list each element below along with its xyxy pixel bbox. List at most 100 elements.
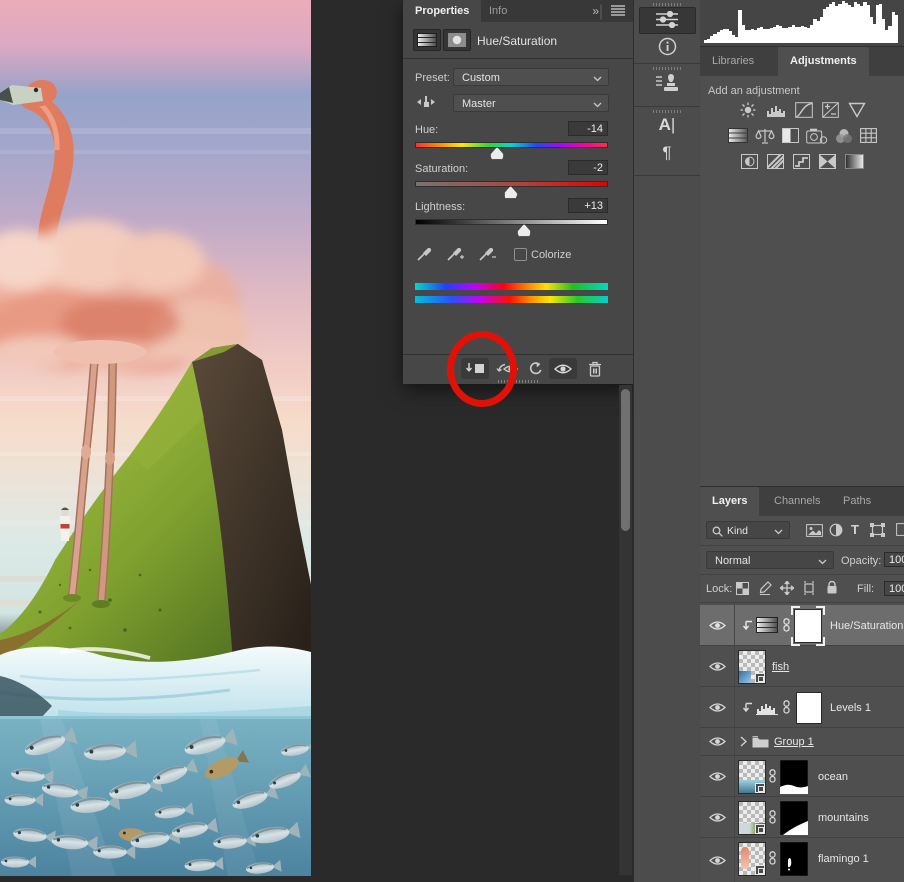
lightness-slider-track[interactable]: [415, 219, 608, 225]
collapse-panels-icon[interactable]: »: [592, 4, 597, 18]
lock-artboard-icon[interactable]: [802, 581, 816, 595]
eyedropper-plus-icon[interactable]: [447, 245, 465, 261]
eyedropper-icon[interactable]: [417, 245, 433, 261]
layer-mask-thumbnail[interactable]: [780, 801, 808, 835]
tab-properties[interactable]: Properties: [403, 0, 481, 22]
hue-slider-thumb[interactable]: [490, 147, 504, 160]
mask-link-icon[interactable]: [782, 618, 791, 632]
mask-link-icon[interactable]: [768, 810, 777, 824]
filter-pixel-layers-icon[interactable]: [806, 524, 823, 537]
visibility-eye-icon[interactable]: [700, 687, 735, 727]
panel-resize-grip[interactable]: [498, 380, 538, 383]
filter-kind-select[interactable]: Kind: [706, 521, 790, 539]
photo-filter-icon[interactable]: [806, 128, 828, 144]
visibility-eye-icon[interactable]: [700, 797, 735, 837]
filter-smart-object-icon[interactable]: [896, 523, 904, 536]
colorize-checkbox[interactable]: [514, 248, 527, 261]
preset-select[interactable]: Custom: [453, 68, 609, 86]
info-dock-icon[interactable]: [634, 37, 700, 56]
lightness-slider-thumb[interactable]: [517, 224, 531, 237]
layer-thumbnail[interactable]: [738, 760, 766, 794]
filter-type-layers-icon[interactable]: T: [851, 522, 859, 537]
visibility-eye-icon[interactable]: [700, 838, 735, 882]
lock-image-icon[interactable]: [758, 581, 772, 595]
delete-adjustment-button[interactable]: [581, 358, 609, 379]
hue-slider-track[interactable]: [415, 142, 608, 148]
layer-mask-thumbnail[interactable]: [780, 760, 808, 794]
channel-mixer-icon[interactable]: [835, 128, 853, 144]
layer-row-flamingo-1[interactable]: flamingo 1: [700, 838, 904, 882]
layer-name[interactable]: Hue/Saturation: [830, 620, 903, 632]
layer-row-levels-1[interactable]: Levels 1: [700, 687, 904, 728]
channel-select[interactable]: Master: [453, 94, 609, 112]
hue-saturation-icon[interactable]: [728, 128, 748, 144]
on-image-adjustment-tool-icon[interactable]: [417, 94, 435, 110]
brightness-contrast-icon[interactable]: [739, 102, 757, 118]
color-balance-icon[interactable]: [755, 128, 775, 144]
visibility-toggle-button[interactable]: [549, 358, 577, 379]
levels-icon[interactable]: [766, 102, 786, 118]
layer-mask-thumbnail[interactable]: [780, 842, 808, 876]
tab-libraries[interactable]: Libraries: [700, 47, 766, 76]
panel-menu-icon[interactable]: [611, 5, 625, 16]
layer-thumbnail[interactable]: [738, 650, 766, 684]
layer-row-ocean[interactable]: ocean: [700, 756, 904, 797]
lock-position-icon[interactable]: [780, 581, 794, 595]
layer-name[interactable]: mountains: [818, 812, 869, 824]
mask-link-icon[interactable]: [768, 769, 777, 783]
curves-icon[interactable]: [795, 102, 813, 118]
lightness-value[interactable]: +13: [568, 198, 608, 213]
layer-name[interactable]: Levels 1: [830, 702, 871, 714]
color-lookup-icon[interactable]: [860, 128, 877, 144]
reset-button[interactable]: [521, 358, 549, 379]
hue-saturation-layer-icon[interactable]: [756, 617, 778, 633]
threshold-icon[interactable]: [793, 154, 810, 169]
clone-source-dock-icon[interactable]: [634, 73, 700, 95]
properties-dock-icon[interactable]: [634, 11, 700, 28]
layer-mask-thumbnail[interactable]: [796, 692, 822, 724]
black-white-icon[interactable]: [782, 128, 799, 144]
layer-thumbnail[interactable]: [738, 842, 766, 876]
paragraph-dock-icon[interactable]: ¶: [634, 143, 700, 163]
filter-shape-layers-icon[interactable]: [870, 523, 885, 537]
tab-info[interactable]: Info: [477, 0, 519, 22]
blend-mode-select[interactable]: Normal: [706, 551, 834, 569]
saturation-value[interactable]: -2: [568, 160, 608, 175]
selective-color-icon[interactable]: [819, 154, 836, 169]
lock-all-icon[interactable]: [826, 580, 838, 595]
layer-name[interactable]: ocean: [818, 771, 848, 783]
fill-value[interactable]: 100%: [884, 581, 904, 596]
layer-thumbnail[interactable]: [738, 801, 766, 835]
posterize-icon[interactable]: [767, 154, 784, 169]
layer-name[interactable]: flamingo 1: [818, 853, 869, 865]
mask-link-icon[interactable]: [768, 851, 777, 865]
hue-value[interactable]: -14: [568, 121, 608, 136]
eyedropper-minus-icon[interactable]: [479, 245, 497, 261]
layer-row-mountains[interactable]: mountains: [700, 797, 904, 838]
saturation-slider-thumb[interactable]: [504, 186, 518, 199]
character-dock-icon[interactable]: A|: [634, 115, 700, 135]
view-previous-state-button[interactable]: [493, 358, 521, 379]
clip-to-layer-button[interactable]: [461, 358, 489, 379]
layer-mask-icon[interactable]: [443, 29, 471, 51]
layer-row-group-1[interactable]: Group 1: [700, 728, 904, 756]
levels-layer-icon[interactable]: [756, 701, 778, 715]
visibility-eye-icon[interactable]: [700, 728, 735, 755]
scrollbar-thumb[interactable]: [621, 389, 630, 531]
tab-channels[interactable]: Channels: [762, 487, 832, 516]
layer-name[interactable]: fish: [772, 661, 789, 673]
mask-link-icon[interactable]: [782, 700, 791, 714]
exposure-icon[interactable]: [822, 102, 839, 118]
group-expand-arrow-icon[interactable]: [740, 736, 747, 747]
layer-name[interactable]: Group 1: [774, 736, 814, 748]
layer-mask-thumbnail[interactable]: [794, 609, 822, 643]
invert-icon[interactable]: [741, 154, 758, 169]
saturation-slider-track[interactable]: [415, 181, 608, 187]
tab-paths[interactable]: Paths: [831, 487, 883, 516]
lock-transparency-icon[interactable]: [736, 582, 749, 595]
layer-row-fish[interactable]: fish: [700, 646, 904, 687]
document-canvas[interactable]: [0, 0, 311, 876]
filter-adjustment-layers-icon[interactable]: [829, 523, 843, 537]
tab-layers[interactable]: Layers: [700, 487, 759, 516]
opacity-value[interactable]: 100%: [884, 552, 904, 567]
